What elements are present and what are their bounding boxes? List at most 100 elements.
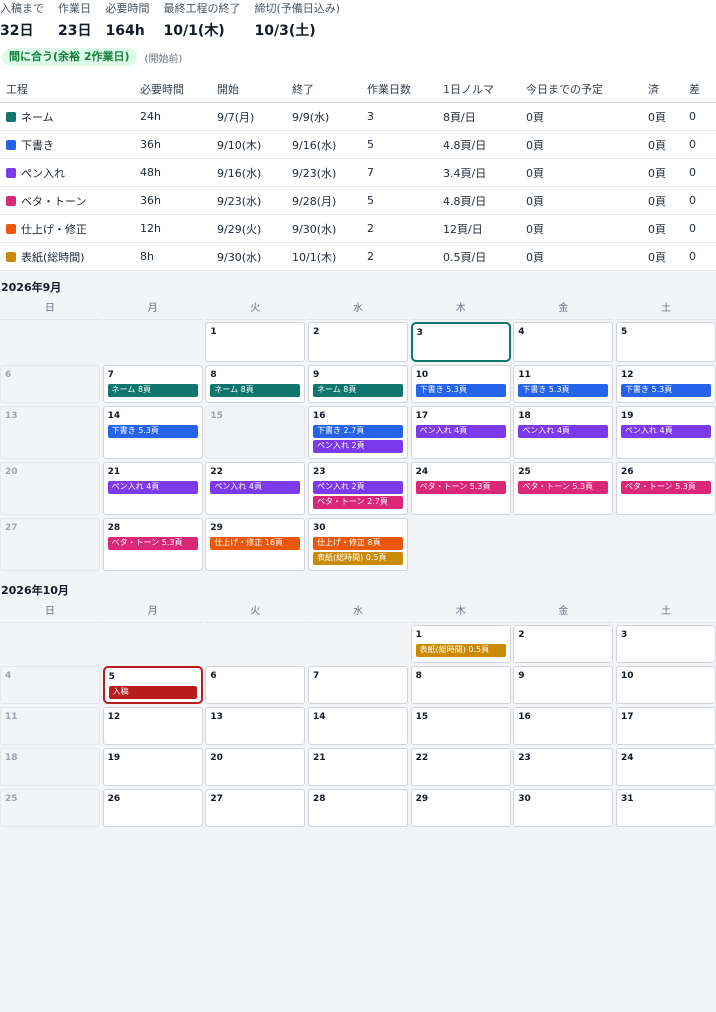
task-chip[interactable]: ベタ・トーン 2.7頁 <box>312 496 403 509</box>
calendar-day[interactable]: 12 <box>102 707 203 745</box>
calendar-day[interactable]: 27 <box>0 518 100 571</box>
task-chip[interactable]: 下書き 5.3頁 <box>107 425 198 438</box>
calendar-day[interactable]: 4 <box>0 666 100 704</box>
task-chip[interactable]: ネーム 8頁 <box>107 384 198 397</box>
task-chip[interactable]: ベタ・トーン 5.3頁 <box>518 481 609 494</box>
task-chip[interactable]: ペン入れ 4頁 <box>107 481 198 494</box>
calendar-day[interactable]: 26 <box>102 789 203 827</box>
task-chip[interactable]: 仕上げ・修正 16頁 <box>210 537 301 550</box>
calendar-day[interactable]: 24 ベタ・トーン 5.3頁 <box>410 462 511 515</box>
calendar-day[interactable]: 17 ペン入れ 4頁 <box>410 406 511 459</box>
calendar-day[interactable]: 9 ネーム 8頁 <box>307 365 408 403</box>
calendar-day[interactable]: 7 ネーム 8頁 <box>102 365 203 403</box>
calendar-day[interactable]: 7 <box>307 666 408 704</box>
calendar-day[interactable]: 21 <box>307 748 408 786</box>
stat-deadline: 締切(予備日込み) 10/3(土) <box>254 2 340 46</box>
calendar-day[interactable]: 15 <box>410 707 511 745</box>
calendar-grid: 1 表紙(総時間) 0.5頁 2 3 4 5 入稿 6 7 8 9 10 11 12 13 14 15 16 17 1… <box>0 625 716 827</box>
calendar-day[interactable]: 18 ペン入れ 4頁 <box>513 406 614 459</box>
calendar-day[interactable]: 23 ペン入れ 2頁 ベタ・トーン 2.7頁 <box>307 462 408 515</box>
calendar-day[interactable]: 18 <box>0 748 100 786</box>
calendar-day[interactable]: 3 <box>615 625 716 663</box>
calendar-day[interactable]: 23 <box>513 748 614 786</box>
task-chip[interactable]: ペン入れ 4頁 <box>415 425 506 438</box>
task-chip[interactable]: ペン入れ 2頁 <box>312 481 403 494</box>
stat-days-to-submit: 入稿まで 32日 <box>0 2 44 46</box>
calendar-day[interactable]: 27 <box>205 789 306 827</box>
calendar-day-today[interactable]: 3 <box>410 322 511 362</box>
calendar-day[interactable]: 21 ペン入れ 4頁 <box>102 462 203 515</box>
task-chip[interactable]: 下書き 5.3頁 <box>518 384 609 397</box>
calendar-day[interactable]: 16 <box>513 707 614 745</box>
process-planned: 0頁 <box>520 130 642 159</box>
weekday-label: 火 <box>205 299 306 320</box>
calendar-day[interactable]: 30 <box>513 789 614 827</box>
calendar-day[interactable]: 29 <box>410 789 511 827</box>
task-chip[interactable]: 下書き 2.7頁 <box>312 425 403 438</box>
calendar-day[interactable]: 5 <box>615 322 716 362</box>
calendar-day[interactable]: 24 <box>615 748 716 786</box>
day-number: 8 <box>415 671 422 681</box>
task-chip[interactable]: 入稿 <box>108 686 197 699</box>
task-chip[interactable]: 下書き 5.3頁 <box>415 384 506 397</box>
calendar-day[interactable]: 13 <box>0 406 100 459</box>
task-chip[interactable]: 表紙(総時間) 0.5頁 <box>415 644 506 657</box>
task-chip[interactable]: 仕上げ・修正 8頁 <box>312 537 403 550</box>
calendar-day[interactable]: 15 <box>205 406 306 459</box>
process-start: 9/29(火) <box>211 214 286 243</box>
task-chip[interactable]: ネーム 8頁 <box>210 384 301 397</box>
calendar-day[interactable]: 25 ベタ・トーン 5.3頁 <box>513 462 614 515</box>
day-number: 25 <box>5 794 18 804</box>
calendar-day[interactable]: 2 <box>513 625 614 663</box>
calendar-day[interactable]: 14 下書き 5.3頁 <box>102 406 203 459</box>
calendar-day[interactable]: 8 <box>410 666 511 704</box>
task-chip[interactable]: ベタ・トーン 5.3頁 <box>620 481 711 494</box>
calendar-day[interactable]: 4 <box>513 322 614 362</box>
calendar-day[interactable]: 14 <box>307 707 408 745</box>
calendar-day[interactable]: 22 ペン入れ 4頁 <box>205 462 306 515</box>
calendar-day[interactable]: 1 表紙(総時間) 0.5頁 <box>410 625 511 663</box>
calendar-day[interactable]: 19 <box>102 748 203 786</box>
calendar-day[interactable]: 20 <box>205 748 306 786</box>
calendar-day[interactable]: 12 下書き 5.3頁 <box>615 365 716 403</box>
calendar-day[interactable]: 10 <box>615 666 716 704</box>
calendar-month: 2026年9月日月火水木金土 1 2 3 4 5 6 7 ネーム 8頁 8 ネーム 8頁 9 ネーム 8… <box>0 277 716 571</box>
calendar-day[interactable]: 2 <box>307 322 408 362</box>
calendar-day[interactable]: 8 ネーム 8頁 <box>205 365 306 403</box>
process-planned: 0頁 <box>520 102 642 131</box>
calendar-day[interactable]: 16 下書き 2.7頁 ペン入れ 2頁 <box>307 406 408 459</box>
task-chip[interactable]: 表紙(総時間) 0.5頁 <box>312 552 403 565</box>
calendar-day[interactable]: 11 <box>0 707 100 745</box>
calendar-day[interactable]: 20 <box>0 462 100 515</box>
calendar-day[interactable]: 22 <box>410 748 511 786</box>
calendar-day[interactable]: 28 <box>307 789 408 827</box>
calendar-day-deadline[interactable]: 5 入稿 <box>102 666 203 704</box>
task-chip[interactable]: ベタ・トーン 5.3頁 <box>107 537 198 550</box>
calendar-day[interactable]: 10 下書き 5.3頁 <box>410 365 511 403</box>
calendar-day[interactable]: 6 <box>205 666 306 704</box>
calendar-day[interactable]: 9 <box>513 666 614 704</box>
day-number: 21 <box>312 753 326 763</box>
calendar-day[interactable]: 11 下書き 5.3頁 <box>513 365 614 403</box>
calendar-day[interactable]: 28 ベタ・トーン 5.3頁 <box>102 518 203 571</box>
calendar-day[interactable]: 26 ベタ・トーン 5.3頁 <box>615 462 716 515</box>
process-color-swatch <box>6 167 16 178</box>
task-chip[interactable]: ペン入れ 4頁 <box>518 425 609 438</box>
task-chip[interactable]: ペン入れ 4頁 <box>620 425 711 438</box>
calendar-day[interactable]: 31 <box>615 789 716 827</box>
task-chip[interactable]: 下書き 5.3頁 <box>620 384 711 397</box>
calendar-day[interactable]: 6 <box>0 365 100 403</box>
calendar-day[interactable]: 13 <box>205 707 306 745</box>
calendar-day[interactable]: 1 <box>205 322 306 362</box>
calendar-day[interactable]: 25 <box>0 789 100 827</box>
task-chip[interactable]: ベタ・トーン 5.3頁 <box>415 481 506 494</box>
day-number: 11 <box>5 712 18 722</box>
calendar-day[interactable]: 30 仕上げ・修正 8頁 表紙(総時間) 0.5頁 <box>307 518 408 571</box>
calendar-day[interactable]: 17 <box>615 707 716 745</box>
task-chip[interactable]: ペン入れ 2頁 <box>312 440 403 453</box>
task-chip[interactable]: ネーム 8頁 <box>312 384 403 397</box>
calendar-day[interactable]: 19 ペン入れ 4頁 <box>615 406 716 459</box>
process-hours: 8h <box>134 242 211 271</box>
calendar-day[interactable]: 29 仕上げ・修正 16頁 <box>205 518 306 571</box>
task-chip[interactable]: ペン入れ 4頁 <box>210 481 301 494</box>
